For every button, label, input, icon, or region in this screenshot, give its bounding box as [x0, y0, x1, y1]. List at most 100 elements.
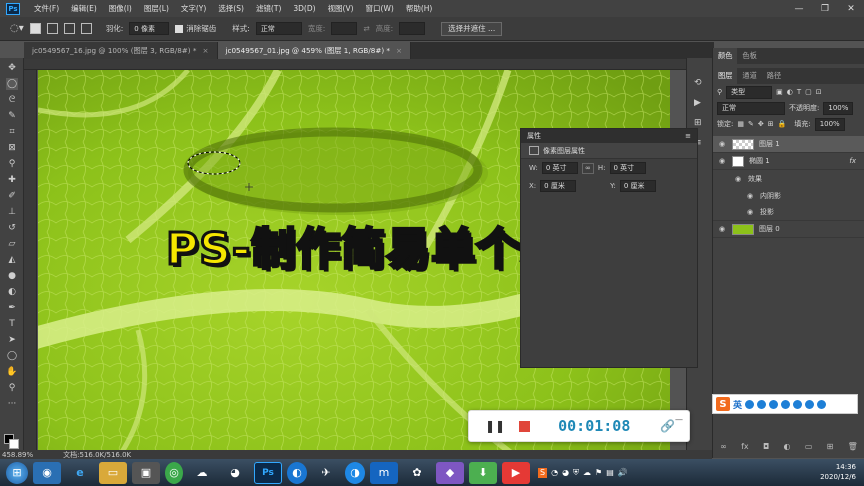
history-brush-tool-icon[interactable]: ↺: [6, 222, 18, 234]
width-field[interactable]: 0 英寸: [541, 162, 578, 174]
dodge-tool-icon[interactable]: ◐: [6, 286, 18, 298]
menu-window[interactable]: 窗口(W): [360, 3, 400, 14]
ime-mode[interactable]: 英: [733, 398, 742, 411]
download-icon[interactable]: ⬇: [469, 461, 497, 484]
lock-all-icon[interactable]: 🔒: [778, 120, 787, 128]
taskbar-clock[interactable]: 14:36 2020/12/6: [820, 462, 856, 482]
actions-panel-icon[interactable]: ▶: [694, 98, 701, 108]
menu-help[interactable]: 帮助(H): [400, 3, 439, 14]
toolbox-icon[interactable]: [805, 399, 815, 409]
layer-row-ellipse-1[interactable]: ◉ 椭圆 1 fx: [713, 153, 864, 170]
blend-mode-select[interactable]: 正常: [717, 101, 785, 115]
qq-icon[interactable]: ◕: [221, 462, 249, 484]
filter-type-icon[interactable]: T: [797, 88, 801, 96]
fx-icon[interactable]: fx: [849, 157, 856, 165]
lock-paint-icon[interactable]: ✎: [748, 120, 754, 128]
opacity-input[interactable]: 100%: [823, 101, 854, 115]
type-tool-icon[interactable]: T: [6, 318, 18, 330]
crop-tool-icon[interactable]: ⌗: [6, 126, 18, 138]
swap-icon[interactable]: ⇄: [363, 24, 369, 33]
effect-inner-shadow-row[interactable]: ◉ 内阴影: [713, 187, 864, 204]
tab-document-01[interactable]: jc0549567_01.jpg @ 459% (图层 1, RGB/8#) *…: [217, 42, 412, 59]
sogou-logo-icon[interactable]: S: [716, 397, 730, 411]
start-button-icon[interactable]: ⊞: [6, 461, 28, 484]
height-input[interactable]: [399, 22, 426, 35]
menu-view[interactable]: 视图(V): [322, 3, 360, 14]
history-panel-icon[interactable]: ⟲: [694, 78, 702, 88]
maxthon-icon[interactable]: m: [370, 461, 398, 484]
menu-select[interactable]: 选择(S): [212, 3, 250, 14]
new-group-icon[interactable]: ▭: [805, 442, 813, 454]
panel-menu-icon[interactable]: ≡: [685, 132, 691, 140]
tray-security-icon[interactable]: ⛨: [573, 468, 579, 478]
filter-shape-icon[interactable]: ▢: [805, 88, 812, 96]
eye-icon[interactable]: ◉: [745, 208, 755, 216]
skin-icon[interactable]: [793, 399, 803, 409]
media-player-icon[interactable]: ▣: [132, 461, 160, 484]
style-select[interactable]: 正常: [255, 22, 302, 35]
adjustment-layer-icon[interactable]: ◐: [784, 442, 791, 454]
eye-icon[interactable]: ◉: [745, 192, 755, 200]
effects-row[interactable]: ◉ 效果: [713, 170, 864, 187]
layer-kind-select[interactable]: 类型: [726, 85, 773, 99]
lasso-tool-icon[interactable]: ᘓ: [6, 94, 18, 106]
tab-color[interactable]: 颜色: [713, 48, 738, 64]
tab-document-16[interactable]: jc0549567_16.jpg @ 100% (图层 3, RGB/8#) *…: [24, 42, 218, 59]
minimize-recorder-button[interactable]: —: [675, 415, 683, 424]
cloud-app-icon[interactable]: ☁: [188, 462, 216, 484]
tray-app-icon[interactable]: ◔: [551, 468, 558, 478]
zoom-tool-icon[interactable]: ⚲: [6, 382, 18, 394]
browser-icon[interactable]: ◐: [287, 461, 307, 484]
taskbar-app-icon[interactable]: ◉: [33, 461, 61, 484]
width-input[interactable]: [331, 22, 358, 35]
healing-brush-tool-icon[interactable]: ✚: [6, 174, 18, 186]
tab-paths[interactable]: 路径: [762, 68, 786, 84]
eye-icon[interactable]: ◉: [733, 175, 743, 183]
tray-cloud-icon[interactable]: ☁: [583, 468, 591, 478]
feishu-icon[interactable]: ✈: [312, 462, 340, 484]
lock-move-icon[interactable]: ✥: [758, 120, 764, 128]
select-and-mask-button[interactable]: 选择并遮住 ...: [441, 21, 503, 36]
marquee-tool-preset-icon[interactable]: ◌▾: [10, 23, 24, 34]
stop-button[interactable]: [519, 420, 531, 432]
tray-network-icon[interactable]: ▤: [606, 468, 614, 478]
layer-row-layer-0[interactable]: ◉ 图层 0: [713, 221, 864, 238]
menu-edit[interactable]: 编辑(E): [65, 3, 103, 14]
blue-app-icon[interactable]: ◑: [345, 461, 365, 484]
x-field[interactable]: 0 厘米: [540, 180, 577, 192]
clone-stamp-tool-icon[interactable]: ⊥: [6, 206, 18, 218]
fill-input[interactable]: 100%: [814, 117, 845, 131]
purple-app-icon[interactable]: ◆: [436, 461, 464, 484]
eraser-tool-icon[interactable]: ▱: [6, 238, 18, 250]
filter-adjust-icon[interactable]: ◐: [787, 88, 793, 96]
close-icon[interactable]: ×: [396, 46, 402, 55]
more-tools-icon[interactable]: ···: [6, 398, 18, 410]
background-color-swatch[interactable]: [9, 439, 19, 449]
link-icon[interactable]: ∞: [581, 162, 594, 174]
height-field[interactable]: 0 英寸: [609, 162, 646, 174]
lock-pixels-icon[interactable]: ▦: [737, 120, 744, 128]
menu-image[interactable]: 图像(I): [103, 3, 138, 14]
frame-tool-icon[interactable]: ⊠: [6, 142, 18, 154]
punctuation-icon[interactable]: [745, 399, 755, 409]
tray-flag-icon[interactable]: ⚑: [595, 468, 602, 478]
menu-layer[interactable]: 图层(L): [138, 3, 175, 14]
move-tool-icon[interactable]: ✥: [6, 62, 18, 74]
minimize-button[interactable]: —: [786, 0, 812, 17]
subtract-selection-icon[interactable]: [63, 23, 75, 34]
pen-tool-icon[interactable]: ✒: [6, 302, 18, 314]
y-field[interactable]: 0 厘米: [619, 180, 656, 192]
menu-file[interactable]: 文件(F): [28, 3, 65, 14]
keyboard-icon[interactable]: [781, 399, 791, 409]
ellipse-tool-icon[interactable]: ◯: [6, 350, 18, 362]
blur-tool-icon[interactable]: ●: [6, 270, 18, 282]
green-app-icon[interactable]: ◎: [165, 461, 183, 484]
lock-artboard-icon[interactable]: ⊞: [768, 120, 774, 128]
link-layers-icon[interactable]: ∞: [720, 442, 727, 454]
tab-layers[interactable]: 图层: [713, 68, 738, 84]
close-button[interactable]: ✕: [838, 0, 864, 17]
restore-button[interactable]: ❐: [812, 0, 838, 17]
pause-button[interactable]: ❚❚: [485, 419, 505, 433]
emoji-icon[interactable]: [757, 399, 767, 409]
effect-drop-shadow-row[interactable]: ◉ 投影: [713, 204, 864, 221]
